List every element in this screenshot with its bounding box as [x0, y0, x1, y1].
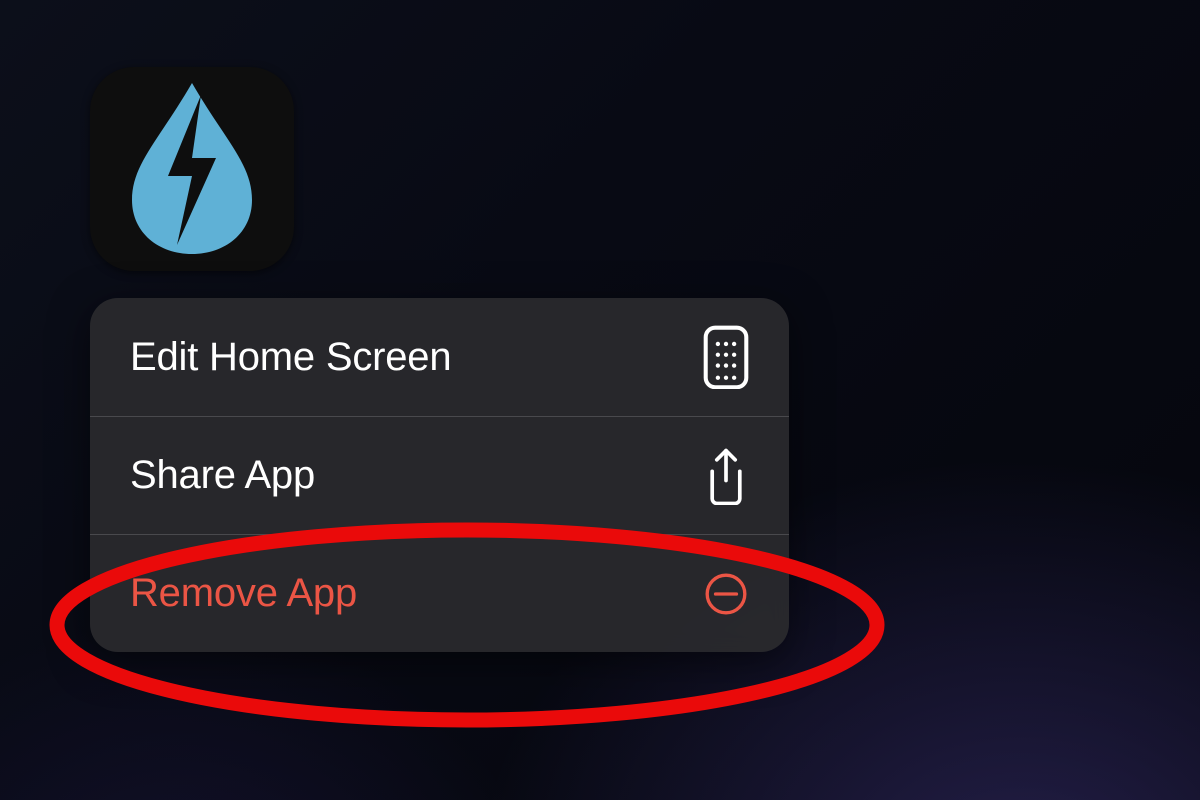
app-context-menu: Edit Home Screen Share App	[90, 298, 789, 652]
water-drop-lightning-icon	[117, 77, 267, 262]
menu-item-label: Edit Home Screen	[130, 335, 451, 380]
menu-item-share-app[interactable]: Share App	[90, 416, 789, 534]
apps-grid-icon	[703, 329, 749, 385]
menu-item-label: Share App	[130, 453, 315, 498]
menu-item-edit-home-screen[interactable]: Edit Home Screen	[90, 298, 789, 416]
share-icon	[703, 448, 749, 504]
menu-item-label: Remove App	[130, 571, 357, 616]
minus-circle-icon	[703, 566, 749, 622]
menu-item-remove-app[interactable]: Remove App	[90, 534, 789, 652]
app-icon[interactable]	[90, 67, 294, 271]
